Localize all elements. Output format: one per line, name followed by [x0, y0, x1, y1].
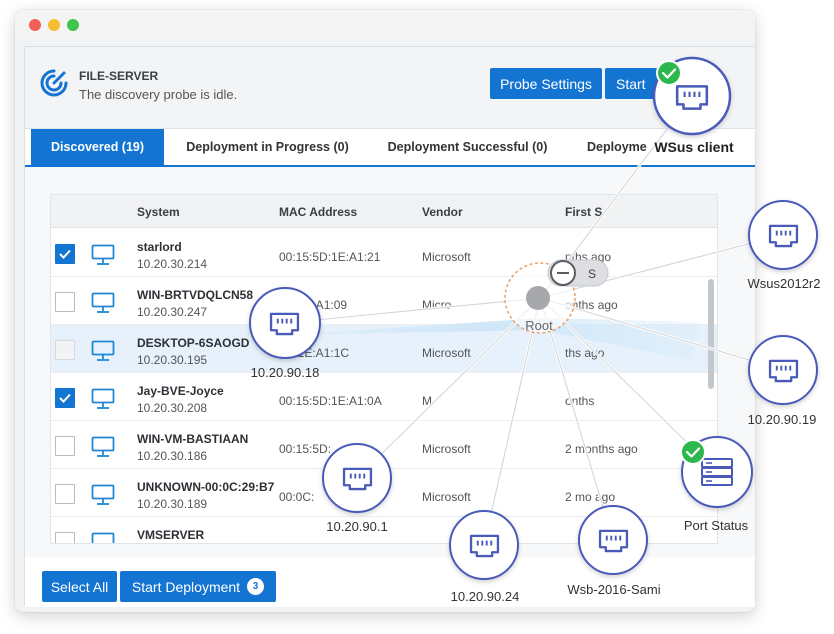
main-panel: FILE-SERVER The discovery probe is idle.… [24, 46, 755, 607]
action-footer: Select All Start Deployment 3 [25, 557, 755, 607]
deployment-count-badge: 3 [247, 578, 265, 595]
row-checkbox[interactable] [55, 532, 75, 543]
system-name: DESKTOP-6SAOGD [137, 336, 250, 350]
mac-address-cell: 00:15:5D:1E:A1:0A [279, 394, 382, 408]
mac-address-cell: 5D:1E:A1:09 [279, 298, 348, 312]
node-10-20-90-19[interactable]: 10.20.90.19 [748, 335, 818, 427]
computer-icon [91, 292, 115, 314]
mac-address-cell: 00:15:5D: [279, 442, 332, 456]
network-port-icon [768, 359, 799, 383]
probe-status-text: The discovery probe is idle. [79, 87, 238, 102]
system-name: UNKNOWN-00:0C:29:B7 [137, 480, 275, 494]
table-row[interactable]: Jay-BVE-Joyce 10.20.30.208 00:15:5D:1E:A1:… [51, 373, 717, 421]
column-system[interactable]: System [137, 205, 180, 219]
row-checkbox[interactable] [55, 436, 75, 456]
systems-table: System MAC Address Vendor First S starlo… [50, 194, 718, 544]
mac-address-cell: 00:15:5D:1E:A1:21 [279, 250, 381, 264]
row-checkbox[interactable] [55, 484, 75, 504]
system-name: WIN-BRTVDQLCN58 [137, 288, 253, 302]
tab-discovered[interactable]: Discovered (19) [31, 129, 164, 165]
computer-icon [91, 484, 115, 506]
table-row[interactable]: DESKTOP-6SAOGD 10.20.30.195 5D:1E:A1:1C Mic… [51, 325, 717, 373]
checkmark-icon [59, 249, 71, 259]
scrollbar-thumb[interactable] [708, 279, 714, 389]
vendor-cell: Micro [422, 298, 452, 312]
vendor-cell: M [422, 394, 432, 408]
tab-deployment-successful[interactable]: Deployment Successful (0) [380, 129, 555, 165]
network-port-icon [768, 224, 799, 248]
maximize-window-button[interactable] [67, 19, 79, 31]
close-window-button[interactable] [29, 19, 41, 31]
system-ip: 10.20.30.189 [137, 497, 208, 511]
probe-settings-button[interactable]: Probe Settings [490, 68, 602, 99]
table-row[interactable]: VMSERVER [51, 517, 717, 543]
computer-icon [91, 436, 115, 458]
row-checkbox[interactable] [55, 244, 75, 264]
tab-deployment-in-progress[interactable]: Deployment in Progress (0) [175, 129, 360, 165]
system-ip: 10.20.30.247 [137, 305, 208, 319]
minimize-window-button[interactable] [48, 19, 60, 31]
system-ip: 10.20.30.186 [137, 449, 208, 463]
computer-icon [91, 340, 115, 362]
start-probe-button[interactable]: Start [605, 68, 665, 99]
table-header: System MAC Address Vendor First S [51, 195, 717, 228]
row-checkbox[interactable] [55, 340, 75, 360]
table-row[interactable]: starlord 10.20.30.214 00:15:5D:1E:A1:21 Mic… [51, 229, 717, 277]
first-seen-cell: 2 mo ago [565, 490, 616, 504]
table-row[interactable]: UNKNOWN-00:0C:29:B7 10.20.30.189 00:0C: Mic… [51, 469, 717, 517]
system-name: starlord [137, 240, 182, 254]
tab-deployment-failed[interactable]: Deployme [587, 129, 657, 165]
system-name: Jay-BVE-Joyce [137, 384, 224, 398]
system-ip: 10.20.30.214 [137, 257, 208, 271]
vendor-cell: Microsoft [422, 490, 471, 504]
computer-icon [91, 388, 115, 410]
computer-icon [91, 244, 115, 266]
first-seen-cell: onths ago [565, 298, 618, 312]
row-checkbox[interactable] [55, 292, 75, 312]
system-ip: 10.20.30.195 [137, 353, 208, 367]
title-bar [15, 10, 755, 40]
discovery-probe-icon [40, 69, 68, 97]
vendor-cell: Microsoft [422, 346, 471, 360]
server-name: FILE-SERVER [79, 69, 159, 83]
node-wsus2012r2[interactable]: Wsus2012r2 [748, 200, 821, 291]
column-first-seen[interactable]: First S [565, 205, 602, 219]
start-deployment-button[interactable]: Start Deployment 3 [120, 571, 276, 602]
first-seen-cell: ths ago [565, 346, 605, 360]
vendor-cell: Microsoft [422, 250, 471, 264]
start-deployment-label: Start Deployment [131, 578, 241, 595]
system-ip: 10.20.30.208 [137, 401, 208, 415]
table-area: System MAC Address Vendor First S starlo… [25, 167, 755, 557]
probe-header: FILE-SERVER The discovery probe is idle.… [25, 47, 755, 129]
column-vendor[interactable]: Vendor [422, 205, 463, 219]
first-seen-cell: nths ago [565, 250, 612, 264]
app-window: FILE-SERVER The discovery probe is idle.… [15, 10, 755, 612]
tab-bar: Discovered (19) Deployment in Progress (… [25, 129, 755, 167]
mac-address-cell: 5D:1E:A1:1C [279, 346, 350, 360]
row-checkbox[interactable] [55, 388, 75, 408]
first-seen-cell: onths [565, 394, 595, 408]
table-row[interactable]: WIN-BRTVDQLCN58 10.20.30.247 5D:1E:A1:09 Mi… [51, 277, 717, 325]
node-label-10-20-90-19: 10.20.90.19 [748, 412, 817, 427]
first-seen-cell: 2 months ago [565, 442, 638, 456]
vendor-cell: Microsoft [422, 442, 471, 456]
table-row[interactable]: WIN-VM-BASTIAAN 10.20.30.186 00:15:5D: Micr… [51, 421, 717, 469]
select-all-button[interactable]: Select All [42, 571, 117, 602]
system-name: VMSERVER [137, 528, 205, 542]
node-label-wsus2012r2: Wsus2012r2 [748, 276, 821, 291]
column-mac-address[interactable]: MAC Address [279, 205, 357, 219]
mac-address-cell: 00:0C: [279, 490, 315, 504]
system-name: WIN-VM-BASTIAAN [137, 432, 249, 446]
checkmark-icon [59, 393, 71, 403]
computer-icon [91, 532, 115, 543]
